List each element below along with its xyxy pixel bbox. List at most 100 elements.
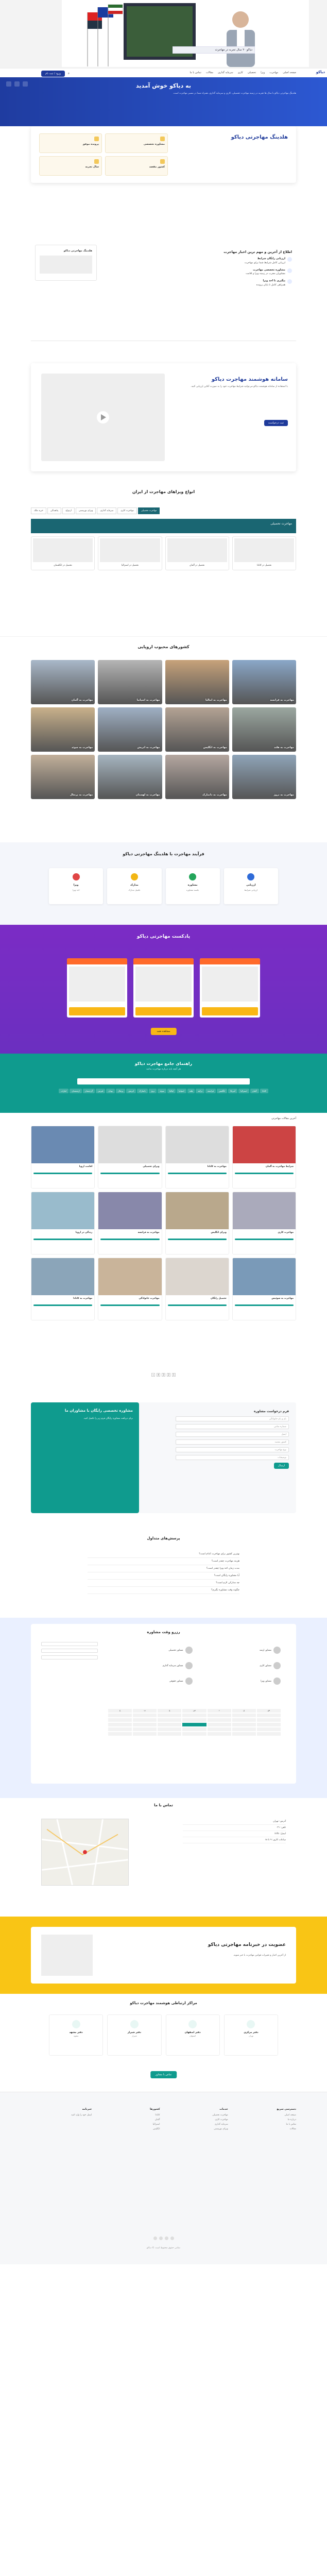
booking-field[interactable] <box>41 1655 98 1659</box>
calendar-day[interactable] <box>182 1714 206 1717</box>
visa-tab[interactable]: سرمایه گذاری <box>97 507 117 514</box>
faq-item[interactable]: هزینه مهاجرت چقدر است؟ <box>88 1558 239 1565</box>
calendar-day[interactable] <box>158 1732 182 1736</box>
calendar-day[interactable] <box>133 1718 157 1722</box>
form-field[interactable]: نام و نام خانوادگی <box>176 1416 289 1421</box>
calendar-day[interactable] <box>158 1718 182 1722</box>
guide-tag[interactable]: سوئد <box>158 1089 166 1093</box>
calendar-day[interactable] <box>182 1718 206 1722</box>
map[interactable] <box>41 1819 129 1886</box>
visa-tab[interactable]: ویزای توریستی <box>75 507 96 514</box>
podcast-card[interactable] <box>200 958 260 1018</box>
calendar-day[interactable] <box>108 1727 132 1731</box>
visa-tab[interactable]: مهاجرت کاری <box>117 507 137 514</box>
guide-tag[interactable]: اسپانیا <box>177 1089 186 1093</box>
footer-link[interactable]: صفحه اصلی <box>235 2114 296 2116</box>
calendar-day[interactable] <box>256 1714 281 1717</box>
calendar-day[interactable] <box>158 1714 182 1717</box>
calendar-day[interactable] <box>256 1732 281 1736</box>
calendar-day[interactable] <box>133 1723 157 1726</box>
search-icon[interactable]: ⌕ <box>68 72 70 76</box>
blog-card[interactable]: ویزای انگلیس <box>165 1192 229 1255</box>
footer-link[interactable]: آلمان <box>99 2119 160 2121</box>
page-link[interactable]: » <box>151 1373 155 1377</box>
guide-tag[interactable]: هلند <box>187 1089 195 1093</box>
visa-card[interactable]: تحصیل در آلمان <box>165 536 229 570</box>
play-icon[interactable] <box>41 374 165 461</box>
guide-tag[interactable]: آمریکا <box>228 1089 238 1093</box>
nav-item[interactable]: تحصیلی <box>248 71 256 74</box>
nav-item[interactable]: تماس با ما <box>190 71 201 74</box>
youtube-icon[interactable] <box>153 2236 157 2240</box>
calendar-day[interactable] <box>207 1714 231 1717</box>
calendar-day[interactable] <box>207 1727 231 1731</box>
blog-card[interactable]: شرایط مهاجرت به آلمان <box>232 1126 296 1189</box>
linkedin-icon[interactable] <box>159 2236 163 2240</box>
faq-item[interactable]: چه مدارکی لازم است؟ <box>88 1580 239 1587</box>
blog-card[interactable]: مهاجرت به کانادا <box>31 1258 95 1320</box>
nav-item[interactable]: ویزا <box>261 71 265 74</box>
blog-card[interactable]: تحصیل رایگان <box>165 1258 229 1320</box>
nav-item[interactable]: صفحه اصلی <box>283 71 296 74</box>
guide-tag[interactable]: گرجستان <box>82 1089 95 1093</box>
phone-button[interactable]: تماس با مشاور <box>150 2071 177 2078</box>
calendar-day[interactable] <box>133 1732 157 1736</box>
country-card[interactable]: مهاجرت به انگلیس <box>165 707 229 752</box>
guide-tag[interactable]: استرالیا <box>238 1089 249 1093</box>
blog-card[interactable]: مهاجرت کاری <box>232 1192 296 1255</box>
consultant[interactable]: مشاور حقوقی <box>108 1675 193 1687</box>
country-card[interactable]: مهاجرت به فرانسه <box>232 660 296 704</box>
faq-item[interactable]: چگونه وقت مشاوره بگیرم؟ <box>88 1587 239 1594</box>
page-link[interactable]: 4 <box>157 1373 160 1377</box>
form-field[interactable]: نوع مهاجرت <box>176 1447 289 1452</box>
visa-card[interactable]: تحصیل در کانادا <box>232 536 296 570</box>
nav-item[interactable]: مقالات <box>206 71 213 74</box>
blog-card[interactable]: اقامت اروپا <box>31 1126 95 1189</box>
country-card[interactable]: مهاجرت به آلمان <box>31 660 95 704</box>
faq-item[interactable]: آیا مشاوره رایگان است؟ <box>88 1572 239 1580</box>
blog-card[interactable]: مهاجرت خانوادگی <box>98 1258 162 1320</box>
country-card[interactable]: مهاجرت به هلند <box>232 707 296 752</box>
consultant[interactable]: مشاور ارشد <box>197 1645 281 1656</box>
guide-tag[interactable]: یونان <box>106 1089 115 1093</box>
consultant[interactable]: مشاور کاری <box>197 1660 281 1671</box>
booking-field[interactable] <box>41 1649 98 1653</box>
form-field[interactable]: شماره تماس <box>176 1424 289 1429</box>
guide-tag[interactable]: نروژ <box>149 1089 157 1093</box>
faq-item[interactable]: بهترین کشور برای مهاجرت کدام است؟ <box>88 1551 239 1558</box>
blog-card[interactable]: مهاجرت به فرانسه <box>98 1192 162 1255</box>
country-card[interactable]: مهاجرت به لهستان <box>98 755 162 799</box>
country-card[interactable]: مهاجرت به سوئد <box>31 707 95 752</box>
login-button[interactable]: ورود / ثبت نام <box>41 71 65 77</box>
guide-tag[interactable]: کانادا <box>260 1089 268 1093</box>
form-field[interactable]: ایمیل <box>176 1432 289 1437</box>
guide-tag[interactable]: قبرس <box>96 1089 106 1093</box>
page-link[interactable]: 1 <box>172 1373 176 1377</box>
nav-item[interactable]: سرمایه گذاری <box>218 71 233 74</box>
footer-link[interactable]: ویزای توریستی <box>167 2128 228 2130</box>
footer-link[interactable]: ایمیل خود را وارد کنید <box>31 2114 92 2116</box>
visa-tab[interactable]: ازدواج <box>62 507 75 514</box>
guide-tag[interactable]: دانمارک <box>137 1089 148 1093</box>
nav-item[interactable]: مهاجرت <box>269 71 278 74</box>
guide-tag[interactable]: انگلیس <box>217 1089 228 1093</box>
calendar-day[interactable] <box>158 1723 182 1726</box>
podcast-card[interactable] <box>67 958 127 1018</box>
calendar-day[interactable] <box>256 1723 281 1726</box>
system-video[interactable] <box>41 374 165 461</box>
blog-card[interactable]: مهاجرت به سوئیس <box>232 1258 296 1320</box>
footer-link[interactable]: انگلیس <box>99 2128 160 2130</box>
calendar-day[interactable] <box>232 1727 256 1731</box>
country-card[interactable]: مهاجرت به پرتغال <box>31 755 95 799</box>
guide-search-input[interactable] <box>77 1078 250 1084</box>
footer-link[interactable]: مهاجرت کاری <box>167 2119 228 2121</box>
footer-link[interactable]: کانادا <box>99 2114 160 2116</box>
telegram-icon[interactable] <box>164 2236 168 2240</box>
hero-video[interactable] <box>62 0 309 67</box>
footer-link[interactable]: مهاجرت تحصیلی <box>167 2114 228 2116</box>
footer-link[interactable]: تماس با ما <box>235 2123 297 2126</box>
calendar-day[interactable] <box>207 1723 231 1726</box>
consultant[interactable]: مشاور سرمایه گذاری <box>108 1660 193 1671</box>
footer-link[interactable]: استرالیا <box>99 2123 160 2126</box>
blog-card[interactable]: ویزای تحصیلی <box>98 1126 162 1189</box>
